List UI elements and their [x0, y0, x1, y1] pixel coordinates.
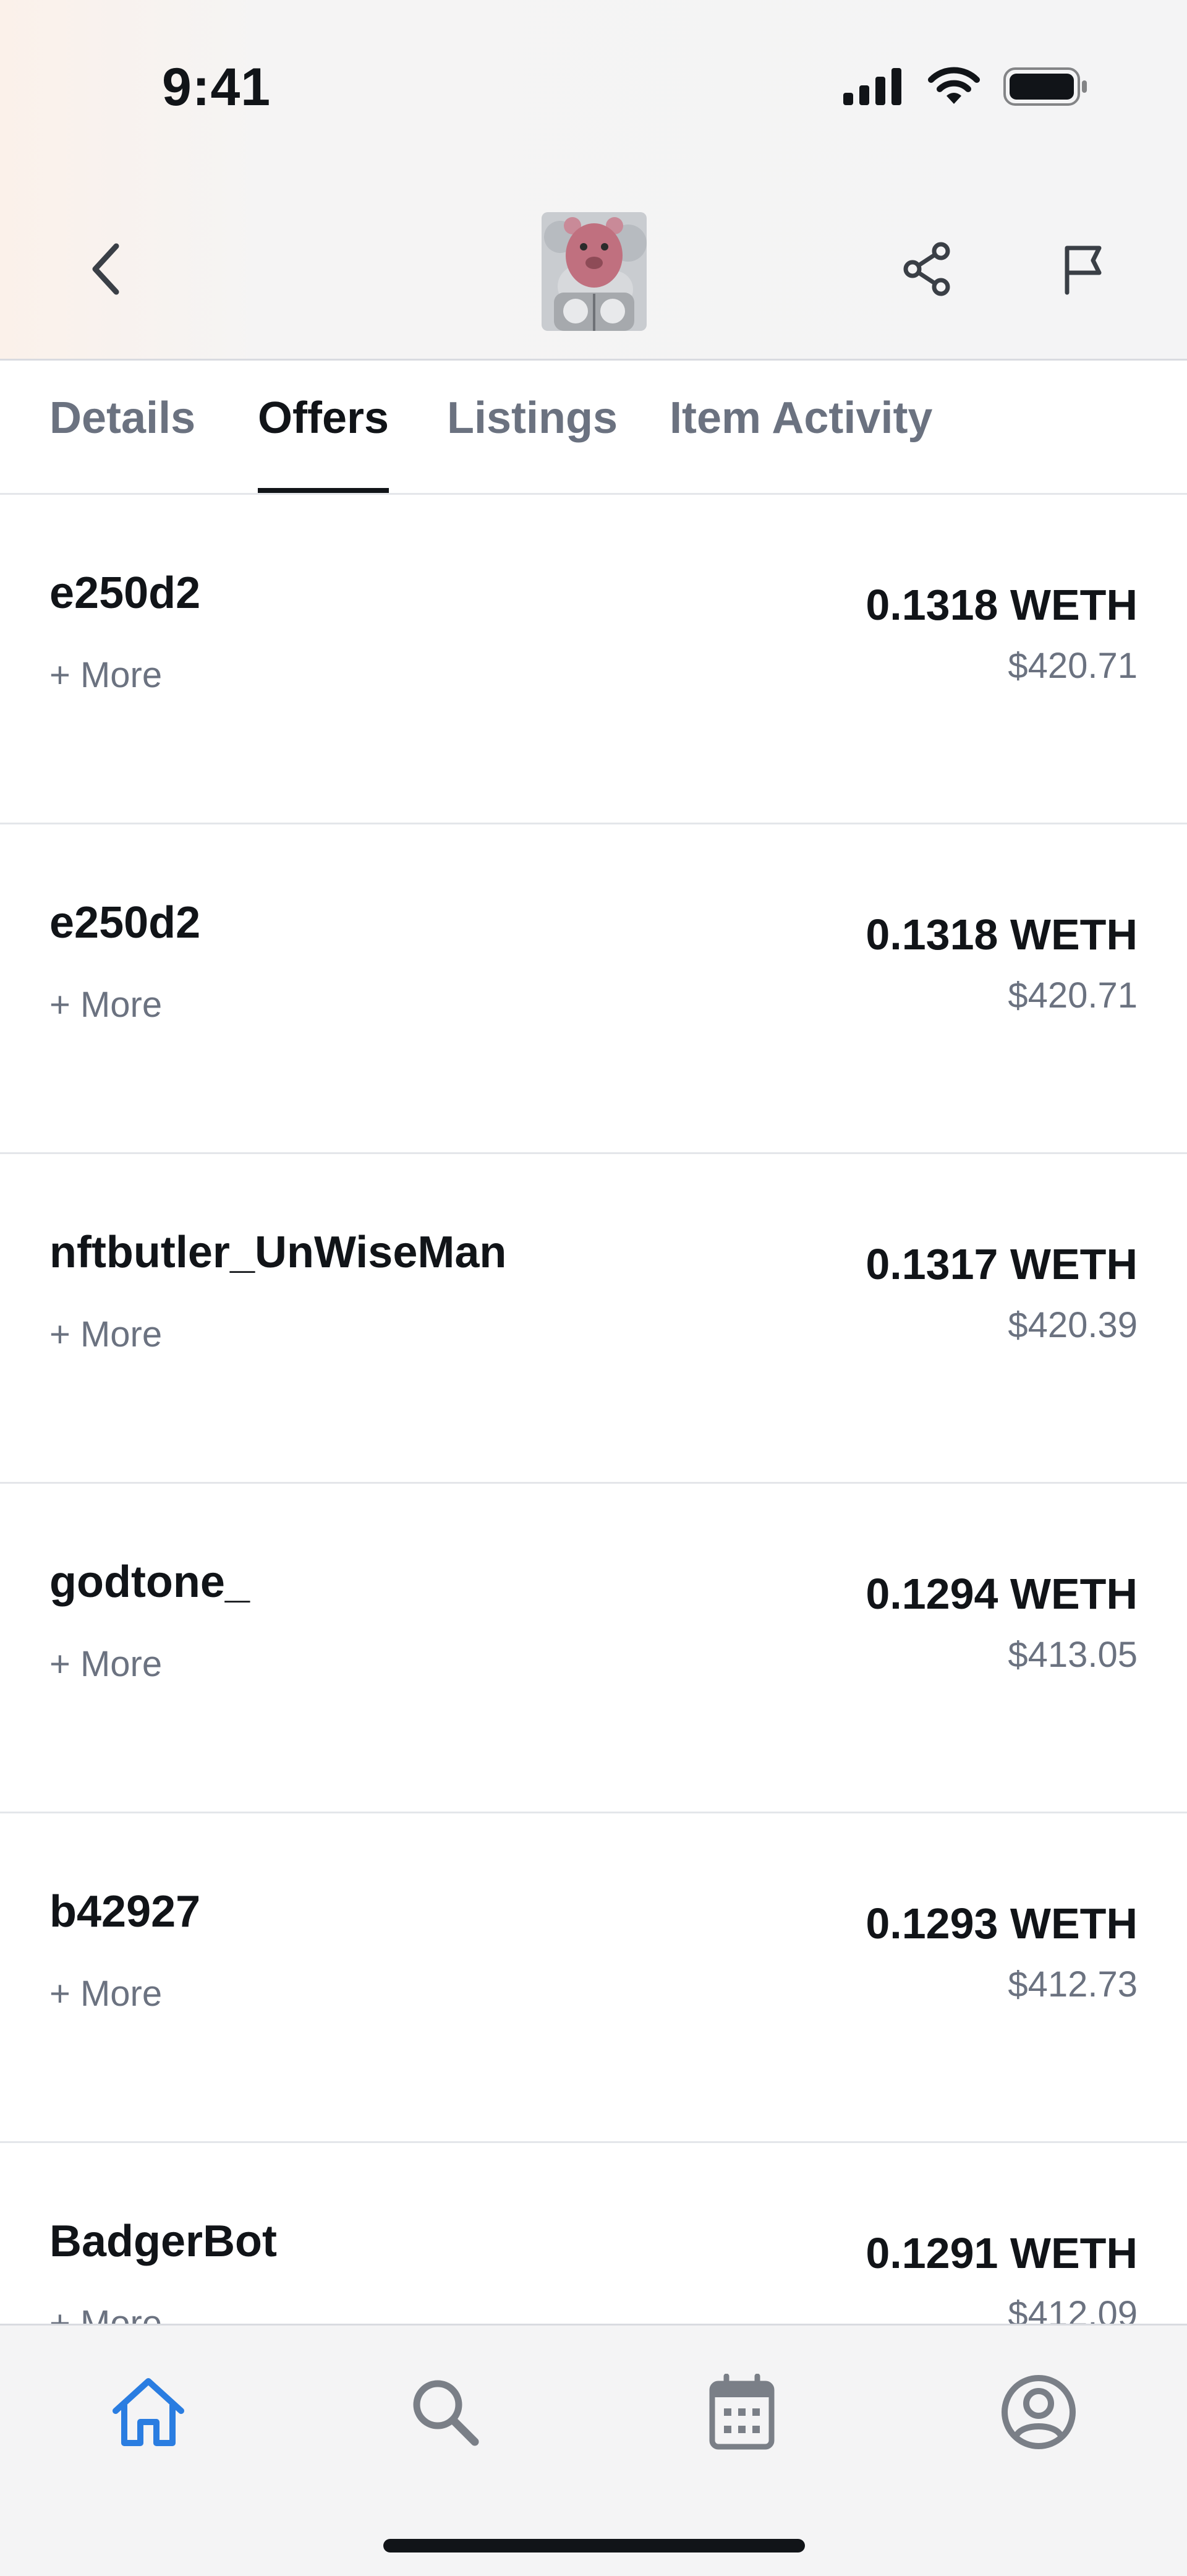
- tab-listings[interactable]: Listings: [447, 393, 618, 493]
- offer-price-usd: $420.71: [1008, 646, 1138, 686]
- offer-more-link[interactable]: + More: [49, 654, 162, 696]
- offer-bidder-name[interactable]: godtone_: [49, 1557, 250, 1607]
- status-time: 9:41: [162, 58, 271, 117]
- offer-bidder-name[interactable]: b42927: [49, 1886, 200, 1937]
- status-icons: [843, 67, 1088, 106]
- back-button[interactable]: [74, 238, 136, 300]
- nft-thumbnail[interactable]: [542, 212, 647, 331]
- report-button[interactable]: [1052, 238, 1114, 300]
- offer-more-link[interactable]: + More: [49, 1973, 162, 2014]
- cellular-signal-icon: [843, 68, 901, 105]
- offer-price-usd: $420.39: [1008, 1305, 1138, 1345]
- bottom-navigation: [0, 2324, 1187, 2576]
- nav-search-button[interactable]: [396, 2363, 495, 2462]
- tab-item-activity[interactable]: Item Activity: [670, 393, 932, 493]
- offer-price-weth: 0.1318 WETH: [866, 910, 1138, 959]
- offer-price-usd: $412.73: [1008, 1964, 1138, 2005]
- nav-profile-button[interactable]: [989, 2363, 1088, 2462]
- share-button[interactable]: [896, 238, 958, 300]
- battery-icon: [1003, 67, 1087, 106]
- item-header: [0, 186, 1187, 361]
- nav-calendar-button[interactable]: [692, 2363, 791, 2462]
- offer-price-usd: $420.71: [1008, 975, 1138, 1016]
- offer-bidder-name[interactable]: nftbutler_UnWiseMan: [49, 1227, 506, 1278]
- offer-price-weth: 0.1318 WETH: [866, 581, 1138, 629]
- offer-row[interactable]: e250d2 + More 0.1318 WETH $420.71: [0, 824, 1187, 1154]
- status-bar: 9:41: [0, 0, 1187, 186]
- home-icon: [113, 2378, 184, 2446]
- offer-row[interactable]: nftbutler_UnWiseMan + More 0.1317 WETH $…: [0, 1154, 1187, 1484]
- profile-icon: [1002, 2375, 1076, 2449]
- nav-home-button[interactable]: [99, 2363, 198, 2462]
- home-indicator[interactable]: [383, 2539, 805, 2552]
- offer-more-link[interactable]: + More: [49, 984, 162, 1025]
- offer-bidder-name[interactable]: BadgerBot: [49, 2216, 277, 2267]
- offer-more-link[interactable]: + More: [49, 2303, 162, 2326]
- offer-row[interactable]: b42927 + More 0.1293 WETH $412.73: [0, 1813, 1187, 2143]
- chevron-left-icon: [92, 243, 119, 295]
- share-icon: [903, 242, 950, 296]
- calendar-icon: [709, 2374, 775, 2450]
- offer-row[interactable]: BadgerBot + More 0.1291 WETH $412.09: [0, 2143, 1187, 2326]
- offer-more-link[interactable]: + More: [49, 1314, 162, 1355]
- offer-bidder-name[interactable]: e250d2: [49, 897, 200, 948]
- offer-more-link[interactable]: + More: [49, 1643, 162, 1685]
- offer-price-weth: 0.1291 WETH: [866, 2229, 1138, 2277]
- wifi-icon: [928, 67, 980, 104]
- offer-row[interactable]: godtone_ + More 0.1294 WETH $413.05: [0, 1484, 1187, 1813]
- offer-price-usd: $413.05: [1008, 1635, 1138, 1675]
- offer-price-usd: $412.09: [1008, 2294, 1138, 2326]
- offer-row[interactable]: e250d2 + More 0.1318 WETH $420.71: [0, 495, 1187, 824]
- tab-details[interactable]: Details: [49, 393, 195, 493]
- nft-image: [542, 212, 647, 331]
- offers-list: e250d2 + More 0.1318 WETH $420.71 e250d2…: [0, 495, 1187, 2326]
- tab-offers[interactable]: Offers: [258, 393, 389, 493]
- flag-icon: [1065, 246, 1102, 295]
- offer-price-weth: 0.1294 WETH: [866, 1570, 1138, 1618]
- tab-bar: Details Offers Listings Item Activity: [0, 361, 1187, 495]
- offer-price-weth: 0.1293 WETH: [866, 1899, 1138, 1948]
- offer-bidder-name[interactable]: e250d2: [49, 568, 200, 618]
- offer-price-weth: 0.1317 WETH: [866, 1240, 1138, 1288]
- search-icon: [413, 2380, 479, 2446]
